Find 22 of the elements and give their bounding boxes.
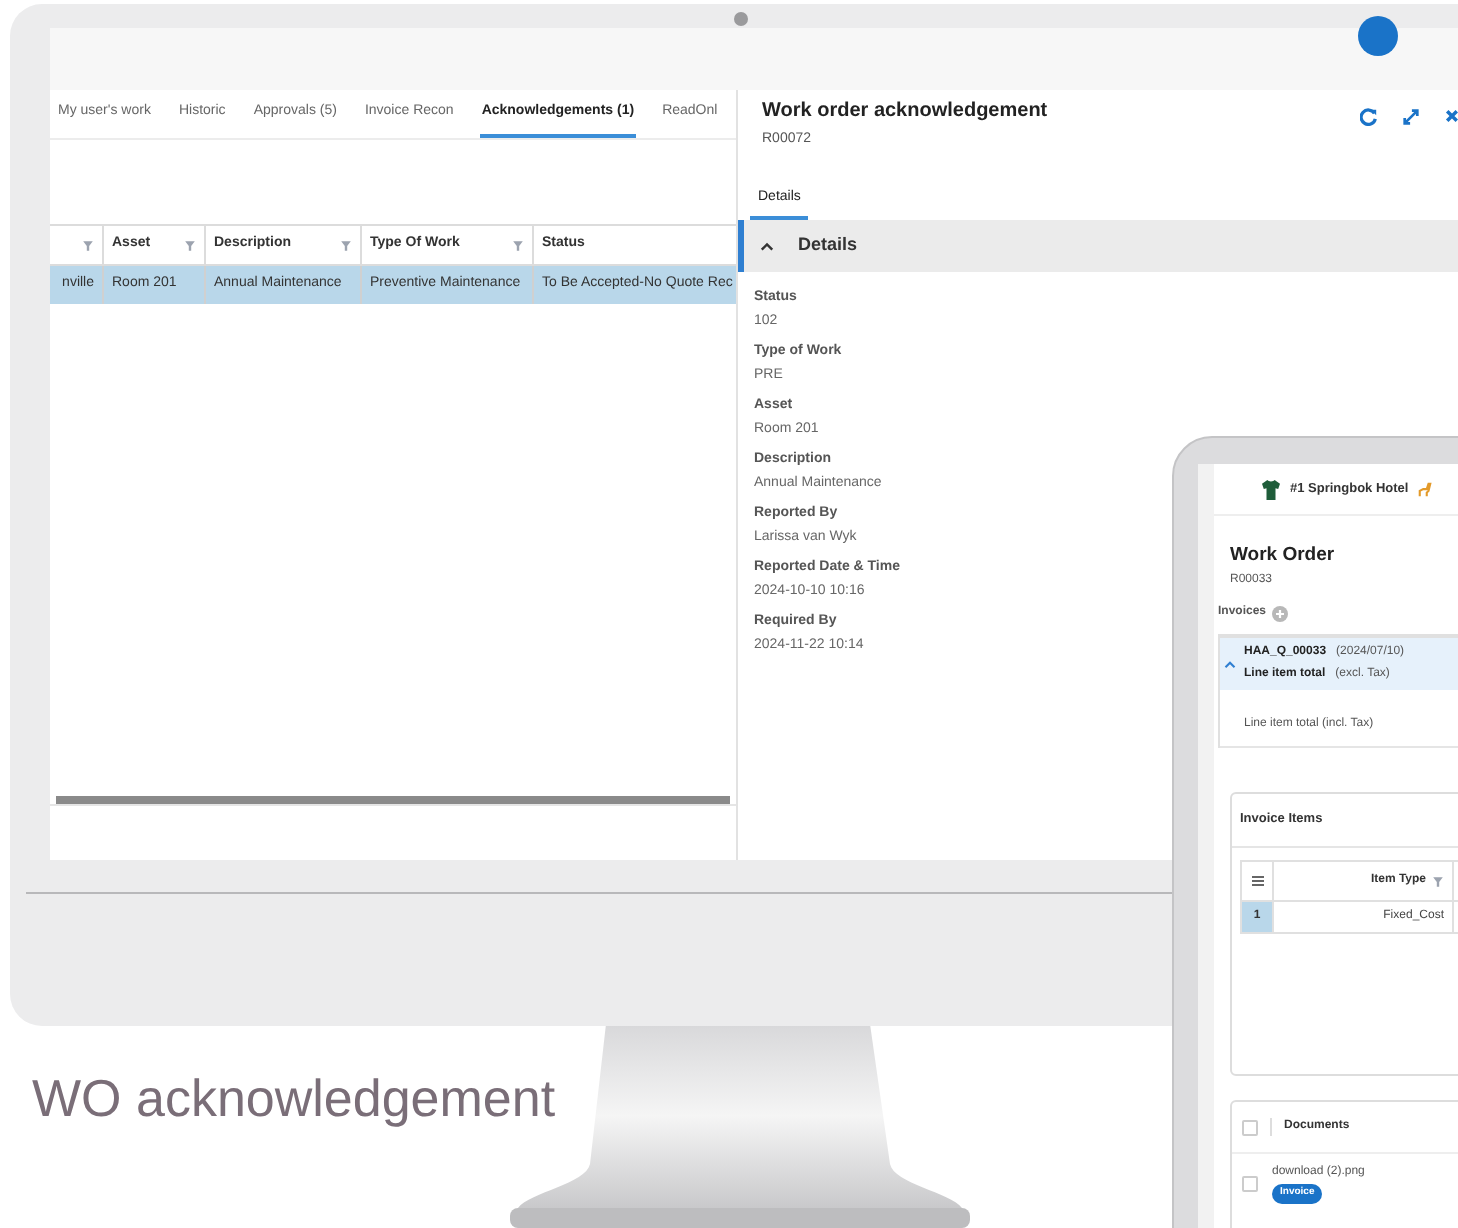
menu-icon[interactable] bbox=[1251, 876, 1263, 886]
caption: WO acknowledgement bbox=[32, 1066, 556, 1132]
caret-icon bbox=[760, 241, 774, 251]
checkbox[interactable] bbox=[1242, 1176, 1258, 1192]
caret-icon bbox=[1224, 660, 1236, 671]
avatar-icon[interactable] bbox=[1358, 16, 1398, 56]
filter-icon[interactable] bbox=[1432, 875, 1444, 887]
expand-icon[interactable] bbox=[1402, 108, 1420, 126]
checkbox[interactable] bbox=[1242, 1119, 1258, 1136]
panel-title: Work order acknowledgement bbox=[762, 98, 1048, 126]
page-title: Work Order bbox=[1228, 542, 1337, 570]
horizontal-scrollbar[interactable] bbox=[56, 796, 730, 804]
refresh-icon[interactable] bbox=[1360, 108, 1378, 126]
camera-icon bbox=[733, 12, 747, 26]
filter-icon[interactable] bbox=[512, 239, 524, 251]
filter-icon[interactable] bbox=[82, 239, 94, 251]
add-icon[interactable] bbox=[1272, 605, 1289, 622]
section-header[interactable]: Details bbox=[738, 220, 1458, 272]
filter-icon[interactable] bbox=[184, 239, 196, 251]
shirt-icon bbox=[1262, 479, 1280, 499]
close-icon[interactable] bbox=[1444, 108, 1458, 124]
filter-icon[interactable] bbox=[340, 239, 352, 251]
